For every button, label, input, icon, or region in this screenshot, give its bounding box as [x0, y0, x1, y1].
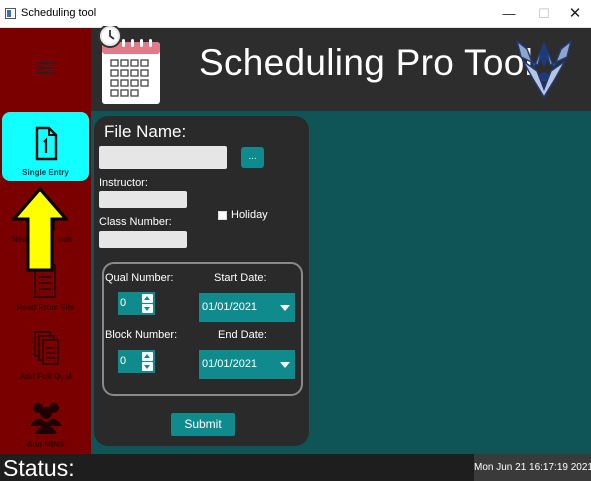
block-number-spinbox[interactable]: 0	[118, 350, 155, 373]
sidebar-item-label: Single Entry	[22, 168, 69, 177]
class-number-label: Class Number:	[99, 216, 172, 228]
datetime-display: Mon Jun 21 16:17:19 2021	[474, 454, 591, 481]
yellow-arrow-pointer	[12, 187, 68, 272]
qual-number-label: Qual Number:	[105, 272, 174, 284]
app-window: Scheduling tool — ☐ ✕ Scheduling Pro Too…	[0, 0, 591, 481]
spin-up-icon[interactable]	[142, 294, 153, 303]
app-header: Scheduling Pro Tool	[0, 26, 591, 111]
sidebar: Single Entry New ook Read From File Add …	[0, 111, 91, 454]
hamburger-menu-icon[interactable]	[37, 62, 53, 75]
sidebar-item-label: Add MINS	[26, 440, 65, 449]
start-date-select[interactable]: 01/01/2021	[199, 293, 295, 322]
sidebar-item-add-full-qual[interactable]: Add Full Qual	[0, 326, 91, 386]
close-button[interactable]: ✕	[561, 4, 589, 24]
air-force-emblem-icon	[515, 39, 573, 99]
browse-button[interactable]: ...	[241, 147, 264, 168]
single-entry-form: File Name: ... Instructor: Class Number:…	[94, 116, 309, 446]
minimize-button[interactable]: —	[495, 4, 523, 24]
file-name-input[interactable]	[99, 146, 227, 169]
start-date-value: 01/01/2021	[202, 301, 258, 313]
holiday-checkbox[interactable]	[218, 211, 227, 220]
spin-down-icon[interactable]	[142, 304, 153, 313]
class-number-input[interactable]	[99, 231, 187, 248]
qual-number-spinbox[interactable]: 0	[118, 292, 155, 315]
block-number-value: 0	[120, 355, 127, 367]
sidebar-item-single-entry[interactable]: Single Entry	[2, 112, 89, 181]
menu-cell	[0, 28, 91, 111]
title-bar: Scheduling tool — ☐ ✕	[0, 0, 591, 28]
start-date-label: Start Date:	[214, 272, 267, 284]
app-title: Scheduling Pro Tool	[199, 42, 534, 83]
app-icon	[5, 8, 16, 19]
status-label: Status:	[3, 455, 75, 481]
end-date-value: 01/01/2021	[202, 358, 258, 370]
holiday-label: Holiday	[231, 209, 268, 221]
window-title: Scheduling tool	[21, 7, 97, 19]
instructor-input[interactable]	[99, 191, 187, 208]
status-bar: Status: Mon Jun 21 16:17:19 2021	[0, 454, 591, 481]
submit-button[interactable]: Submit	[171, 413, 235, 436]
end-date-label: End Date:	[218, 329, 267, 341]
qual-number-value: 0	[120, 297, 127, 309]
main-content: File Name: ... Instructor: Class Number:…	[91, 111, 591, 454]
block-number-label: Block Number:	[105, 329, 178, 341]
instructor-label: Instructor:	[99, 177, 148, 189]
end-date-select[interactable]: 01/01/2021	[199, 350, 295, 379]
chevron-down-icon	[280, 305, 290, 311]
stacked-docs-icon	[34, 331, 59, 365]
people-icon	[30, 403, 62, 434]
chevron-down-icon	[280, 362, 290, 368]
sidebar-item-add-mins[interactable]: Add MINS	[0, 394, 91, 454]
sidebar-item-label: Read From File	[16, 303, 75, 312]
sidebar-item-label: Add Full Qual	[19, 372, 72, 381]
file-name-label: File Name:	[104, 122, 187, 141]
maximize-button[interactable]: ☐	[530, 4, 558, 24]
spin-down-icon[interactable]	[142, 362, 153, 371]
spin-up-icon[interactable]	[142, 352, 153, 361]
calendar-clock-icon	[98, 26, 160, 104]
document-1-icon	[35, 126, 58, 161]
